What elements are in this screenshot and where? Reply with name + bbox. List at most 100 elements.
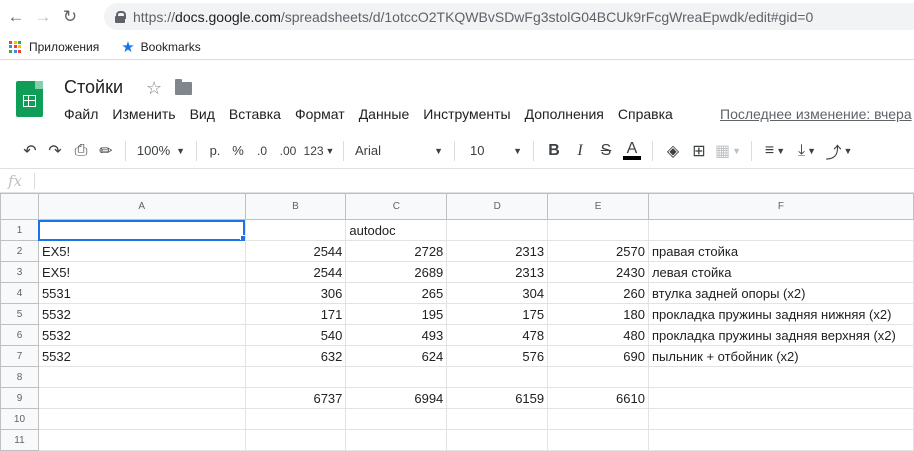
- cell-e10[interactable]: [547, 408, 649, 430]
- cell-e11[interactable]: [547, 429, 649, 451]
- cell-b9[interactable]: 6737: [244, 387, 347, 409]
- increase-decimal-button[interactable]: .00: [274, 139, 302, 163]
- cell-a11[interactable]: [37, 429, 246, 451]
- apps-grid-icon[interactable]: [9, 40, 21, 53]
- print-icon[interactable]: ⎙: [68, 139, 94, 163]
- cell-d5[interactable]: 175: [446, 303, 549, 325]
- cell-d11[interactable]: [446, 429, 549, 451]
- folder-icon[interactable]: [175, 79, 192, 95]
- url-field[interactable]: https://docs.google.com/spreadsheets/d/1…: [104, 3, 914, 30]
- row-header[interactable]: 5: [0, 303, 39, 325]
- cell-f9[interactable]: [647, 387, 914, 409]
- cell-a8[interactable]: [37, 366, 246, 388]
- currency-button[interactable]: р.: [204, 139, 226, 163]
- borders-icon[interactable]: ⊞: [686, 139, 712, 163]
- cell-b8[interactable]: [244, 366, 347, 388]
- cell-d2[interactable]: 2313: [446, 240, 549, 262]
- font-select[interactable]: Arial ▼: [351, 139, 447, 163]
- cell-a9[interactable]: [37, 387, 246, 409]
- cell-d7[interactable]: 576: [446, 345, 549, 367]
- row-header[interactable]: 6: [0, 324, 39, 346]
- cell-c6[interactable]: 493: [345, 324, 448, 346]
- cell-c9[interactable]: 6994: [345, 387, 448, 409]
- percent-button[interactable]: %: [226, 139, 250, 163]
- redo-icon[interactable]: ↷: [42, 139, 68, 163]
- cell-b7[interactable]: 632: [244, 345, 347, 367]
- cell-f7[interactable]: пыльник + отбойник (x2): [647, 345, 914, 367]
- cell-b10[interactable]: [244, 408, 347, 430]
- cell-b1[interactable]: [244, 219, 347, 241]
- cell-f10[interactable]: [647, 408, 914, 430]
- cell-e1[interactable]: [547, 219, 649, 241]
- row-header[interactable]: 2: [0, 240, 39, 262]
- menu-help[interactable]: Справка: [618, 106, 673, 124]
- cell-e9[interactable]: 6610: [547, 387, 649, 409]
- cell-e2[interactable]: 2570: [547, 240, 649, 262]
- cell-b6[interactable]: 540: [244, 324, 347, 346]
- doc-title[interactable]: Стойки: [64, 77, 123, 98]
- row-header[interactable]: 9: [0, 387, 39, 409]
- menu-edit[interactable]: Изменить: [112, 106, 175, 124]
- zoom-select[interactable]: 100% ▼: [133, 139, 189, 163]
- merge-cells-icon[interactable]: ▦ ▼: [712, 139, 744, 163]
- cell-e3[interactable]: 2430: [547, 261, 649, 283]
- row-header[interactable]: 10: [0, 408, 39, 430]
- cell-f4[interactable]: втулка задней опоры (x2): [647, 282, 914, 304]
- row-header[interactable]: 1: [0, 219, 39, 241]
- cell-b2[interactable]: 2544: [244, 240, 347, 262]
- row-header[interactable]: 8: [0, 366, 39, 388]
- cell-c7[interactable]: 624: [345, 345, 448, 367]
- column-header-d[interactable]: D: [446, 193, 549, 220]
- cell-a2[interactable]: EX5!: [37, 240, 246, 262]
- select-all-corner[interactable]: [0, 193, 39, 220]
- cell-d6[interactable]: 478: [446, 324, 549, 346]
- menu-addons[interactable]: Дополнения: [525, 106, 604, 124]
- cell-a1[interactable]: [37, 219, 246, 241]
- cell-c11[interactable]: [345, 429, 448, 451]
- cell-e4[interactable]: 260: [547, 282, 649, 304]
- row-header[interactable]: 3: [0, 261, 39, 283]
- row-header[interactable]: 4: [0, 282, 39, 304]
- star-icon[interactable]: ☆: [146, 78, 162, 99]
- cell-a3[interactable]: EX5!: [37, 261, 246, 283]
- fill-color-icon[interactable]: ◈: [660, 139, 686, 163]
- column-header-a[interactable]: A: [37, 193, 246, 220]
- cell-c1[interactable]: autodoc: [345, 219, 448, 241]
- cell-d3[interactable]: 2313: [446, 261, 549, 283]
- cell-f5[interactable]: прокладка пружины задняя нижняя (x2): [647, 303, 914, 325]
- cell-b4[interactable]: 306: [244, 282, 347, 304]
- cell-a7[interactable]: 5532: [37, 345, 246, 367]
- menu-file[interactable]: Файл: [64, 106, 98, 124]
- cell-a6[interactable]: 5532: [37, 324, 246, 346]
- reload-icon[interactable]: ↻: [59, 6, 81, 28]
- bold-button[interactable]: B: [541, 139, 567, 163]
- cell-e6[interactable]: 480: [547, 324, 649, 346]
- row-header[interactable]: 11: [0, 429, 39, 451]
- menu-format[interactable]: Формат: [295, 106, 345, 124]
- italic-button[interactable]: I: [567, 139, 593, 163]
- cell-a4[interactable]: 5531: [37, 282, 246, 304]
- paint-format-icon[interactable]: ✏: [94, 139, 118, 163]
- text-color-button[interactable]: A: [619, 139, 645, 163]
- cell-d1[interactable]: [446, 219, 549, 241]
- cell-b11[interactable]: [244, 429, 347, 451]
- cell-d10[interactable]: [446, 408, 549, 430]
- cell-e8[interactable]: [547, 366, 649, 388]
- cell-a10[interactable]: [37, 408, 246, 430]
- fill-handle[interactable]: [239, 235, 245, 240]
- cell-f11[interactable]: [647, 429, 914, 451]
- cell-e5[interactable]: 180: [547, 303, 649, 325]
- cell-f2[interactable]: правая стойка: [647, 240, 914, 262]
- cell-c8[interactable]: [345, 366, 448, 388]
- forward-arrow-icon[interactable]: →: [32, 6, 54, 28]
- cell-b5[interactable]: 171: [244, 303, 347, 325]
- menu-insert[interactable]: Вставка: [229, 106, 281, 124]
- column-header-b[interactable]: B: [244, 193, 347, 220]
- menu-view[interactable]: Вид: [190, 106, 215, 124]
- back-arrow-icon[interactable]: ←: [5, 6, 27, 28]
- cell-d9[interactable]: 6159: [446, 387, 549, 409]
- column-header-c[interactable]: C: [345, 193, 448, 220]
- cell-a5[interactable]: 5532: [37, 303, 246, 325]
- vertical-align-icon[interactable]: ⤓ ▼: [791, 139, 823, 163]
- apps-link[interactable]: Приложения: [29, 40, 99, 54]
